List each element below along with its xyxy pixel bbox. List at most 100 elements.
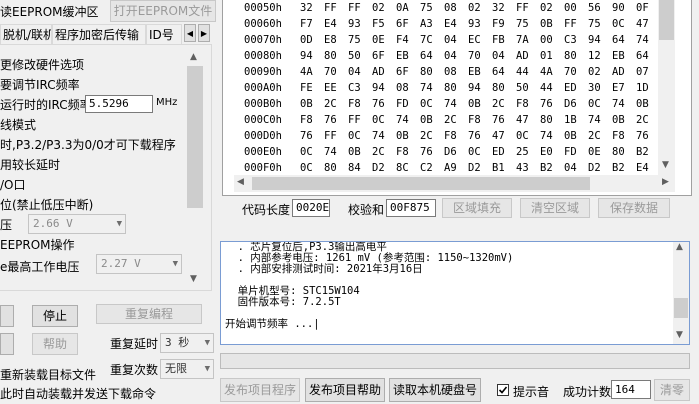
hex-byte[interactable]: 0C [588, 96, 608, 112]
hex-byte[interactable]: 1D [636, 80, 656, 96]
hex-byte[interactable]: 74 [588, 112, 608, 128]
hex-byte[interactable]: 93 [468, 16, 488, 32]
hex-byte[interactable]: 76 [420, 144, 440, 160]
hex-byte[interactable]: B2 [636, 144, 656, 160]
hex-byte[interactable]: 80 [324, 160, 344, 175]
hex-byte[interactable]: 74 [540, 128, 560, 144]
output-log[interactable]: . 芯片复位后,P3.3输出高电平 . 内部参考电压: 1261 mV (参考范… [220, 241, 690, 345]
hex-byte[interactable]: 00 [540, 32, 560, 48]
tab-id[interactable]: ID号 [146, 24, 182, 44]
hex-byte[interactable]: E8 [324, 32, 344, 48]
hex-byte[interactable]: 0C [612, 16, 632, 32]
open-eeprom-file-button[interactable]: 打开EEPROM文件 [110, 0, 216, 22]
hex-byte[interactable]: 0C [348, 128, 368, 144]
log-scroll-thumb[interactable] [674, 298, 688, 318]
hex-byte[interactable]: 08 [444, 64, 464, 80]
options-scrollbar[interactable]: ▲ ▼ [186, 52, 204, 288]
hex-byte[interactable]: 04 [444, 48, 464, 64]
hex-byte[interactable]: 64 [612, 32, 632, 48]
hex-byte[interactable]: 07 [636, 64, 656, 80]
hex-byte[interactable]: 04 [564, 160, 584, 175]
hex-byte[interactable]: 84 [348, 160, 368, 175]
hex-byte[interactable]: 75 [588, 16, 608, 32]
tab-offline-online[interactable]: 脱机/联机 [0, 24, 52, 44]
hex-hscroll-thumb[interactable] [252, 177, 590, 190]
hex-byte[interactable]: 0B [396, 128, 416, 144]
hex-byte[interactable]: 0E [588, 144, 608, 160]
hex-byte[interactable]: 74 [612, 96, 632, 112]
hex-scroll-thumb[interactable] [659, 0, 674, 40]
hex-byte[interactable]: 70 [324, 64, 344, 80]
hex-byte[interactable]: EB [396, 48, 416, 64]
hex-byte[interactable]: D2 [372, 160, 392, 175]
hex-byte[interactable]: F5 [372, 16, 392, 32]
hex-byte[interactable]: 75 [348, 32, 368, 48]
scroll-down-icon[interactable]: ▼ [662, 160, 669, 170]
hex-horizontal-scrollbar[interactable]: ◀ ▶ [234, 175, 675, 192]
hex-byte[interactable]: 0D [300, 32, 320, 48]
hex-byte[interactable]: FF [324, 0, 344, 16]
hex-byte[interactable]: 00 [564, 0, 584, 16]
hex-byte[interactable]: 74 [420, 80, 440, 96]
hex-byte[interactable]: C2 [420, 160, 440, 175]
low-voltage-select[interactable]: 2.66 V ▼ [28, 214, 126, 234]
hex-byte[interactable]: 0F [636, 0, 656, 16]
hex-byte[interactable]: 47 [516, 112, 536, 128]
hex-byte[interactable]: 75 [516, 16, 536, 32]
irc-frequency-input[interactable]: 5.5296 [85, 95, 153, 113]
hex-byte[interactable]: A3 [420, 16, 440, 32]
hex-byte[interactable]: 43 [516, 160, 536, 175]
option-adjust-irc[interactable]: 要调节IRC频率 [0, 76, 80, 93]
hex-byte[interactable]: 2C [372, 144, 392, 160]
hex-byte[interactable]: 25 [516, 144, 536, 160]
hex-byte[interactable]: 0C [468, 144, 488, 160]
hex-byte[interactable]: 64 [420, 48, 440, 64]
hex-byte[interactable]: F8 [444, 128, 464, 144]
hex-byte[interactable]: 80 [324, 48, 344, 64]
option-p32-p33-download[interactable]: 时,P3.2/P3.3为0/0才可下载程序 [0, 136, 176, 153]
hex-byte[interactable]: 6F [396, 64, 416, 80]
reload-target-file-option[interactable]: 重新装载目标文件 [0, 366, 96, 383]
tab-encrypted-transfer[interactable]: 程序加密后传输 [52, 24, 146, 44]
hex-byte[interactable]: 94 [588, 32, 608, 48]
hex-byte[interactable]: 2C [444, 112, 464, 128]
scroll-down-icon[interactable]: ▼ [676, 330, 683, 340]
hex-byte[interactable]: 76 [540, 96, 560, 112]
hex-byte[interactable]: 2C [492, 96, 512, 112]
hex-editor[interactable]: 00050h32FFFF020A75080232FF020056900F2000… [234, 0, 658, 175]
hex-byte[interactable]: FB [492, 32, 512, 48]
hex-byte[interactable]: EE [324, 80, 344, 96]
publish-help-button[interactable]: 发布项目帮助 [305, 378, 385, 402]
hex-byte[interactable]: B2 [540, 160, 560, 175]
hex-byte[interactable]: 32 [300, 0, 320, 16]
hex-byte[interactable]: 94 [468, 80, 488, 96]
reprogram-button[interactable]: 重复编程 [96, 304, 202, 324]
hex-byte[interactable]: 0B [348, 144, 368, 160]
hex-byte[interactable]: 0B [636, 96, 656, 112]
hex-byte[interactable]: 47 [636, 16, 656, 32]
scroll-thumb[interactable] [187, 66, 203, 208]
hex-byte[interactable]: 2C [420, 128, 440, 144]
option-io-port[interactable]: /O口 [0, 176, 26, 193]
hex-byte[interactable]: F8 [612, 128, 632, 144]
hex-byte[interactable]: E0 [540, 144, 560, 160]
hex-byte[interactable]: 80 [444, 80, 464, 96]
hex-byte[interactable]: 02 [540, 0, 560, 16]
hex-byte[interactable]: C3 [348, 80, 368, 96]
hex-byte[interactable]: 94 [372, 80, 392, 96]
hex-byte[interactable]: C3 [564, 32, 584, 48]
hex-byte[interactable]: 0A [396, 0, 416, 16]
hex-byte[interactable]: 0C [372, 112, 392, 128]
publish-program-button[interactable]: 发布项目程序 [220, 378, 300, 402]
hex-byte[interactable]: 64 [492, 64, 512, 80]
hex-byte[interactable]: 0B [540, 16, 560, 32]
hex-byte[interactable]: 76 [492, 112, 512, 128]
tab-scroll-left-button[interactable]: ◀ [184, 24, 196, 42]
hex-byte[interactable]: 6F [372, 48, 392, 64]
hex-byte[interactable]: 76 [300, 128, 320, 144]
hex-byte[interactable]: 0C [516, 128, 536, 144]
hex-byte[interactable]: D2 [468, 160, 488, 175]
hex-byte[interactable]: ED [564, 80, 584, 96]
hex-byte[interactable]: 74 [444, 96, 464, 112]
hex-byte[interactable]: 50 [516, 80, 536, 96]
